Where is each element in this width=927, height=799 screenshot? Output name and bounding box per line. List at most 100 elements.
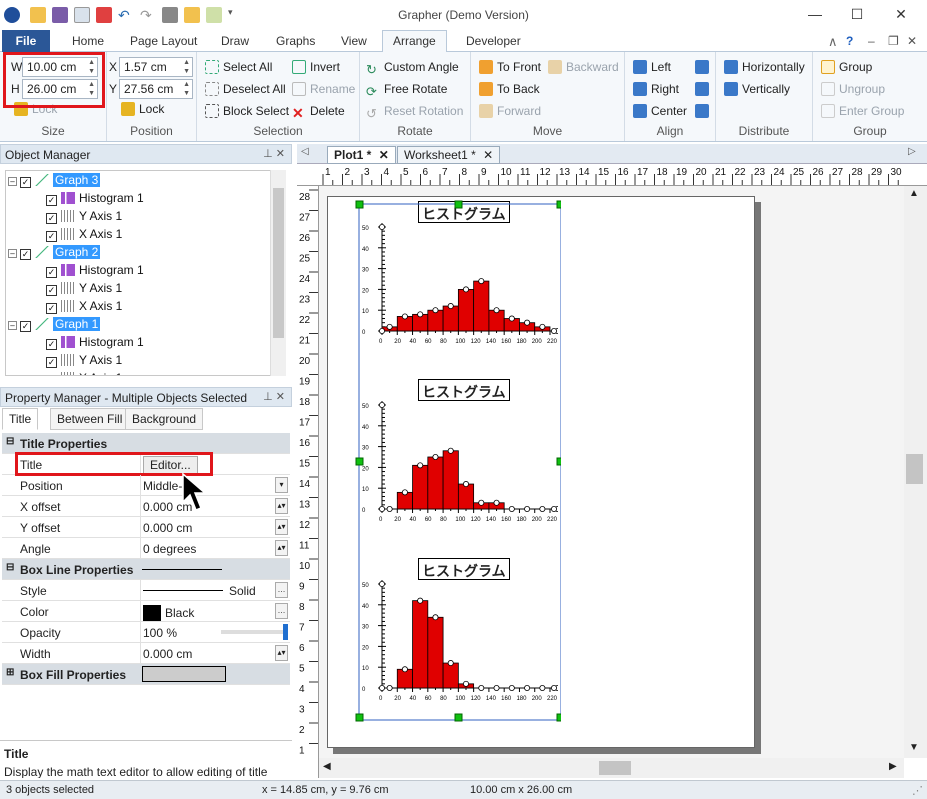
visibility-checkbox[interactable]: ✓	[20, 321, 31, 332]
close-tab-icon[interactable]: ✕	[483, 148, 493, 162]
ribbon-collapse-icon[interactable]: ∧	[828, 34, 838, 50]
reset-rotation-button[interactable]: ↺ Reset Rotation	[366, 104, 463, 121]
spinner-icon[interactable]: ▴▾	[275, 540, 288, 556]
vertical-scrollbar[interactable]: ▲ ▼	[904, 186, 927, 758]
select-all-button[interactable]: Select All	[205, 60, 272, 74]
align-top-button[interactable]	[695, 60, 713, 74]
resize-grip-icon[interactable]: ⋰	[912, 784, 923, 797]
tab-graphs[interactable]: Graphs	[276, 34, 315, 48]
hscroll-thumb[interactable]	[599, 761, 631, 775]
tree-scrollbar[interactable]	[270, 170, 286, 376]
more-icon[interactable]: …	[275, 582, 288, 598]
angle-input[interactable]: 0 degrees ▴▾	[140, 538, 290, 558]
tabs-right-icon[interactable]: ▷	[908, 146, 916, 157]
dropdown-chevron-icon[interactable]: ▾	[275, 477, 288, 493]
deselect-all-button[interactable]: Deselect All	[205, 82, 286, 96]
selection-box[interactable]	[351, 200, 561, 722]
tab-title[interactable]: Title	[2, 408, 39, 430]
visibility-checkbox[interactable]: ✓	[20, 177, 31, 188]
tree-child-item[interactable]: ✓ Histogram 1	[46, 263, 144, 281]
visibility-checkbox[interactable]: ✓	[46, 231, 57, 242]
tab-page-layout[interactable]: Page Layout	[130, 34, 197, 48]
close-tab-icon[interactable]: ✕	[379, 148, 389, 162]
pin-icon[interactable]: ⊥ ✕	[263, 147, 285, 160]
box-line-section[interactable]: ⊟ Box Line Properties	[2, 559, 290, 580]
tree-child-item[interactable]: ✓ Histogram 1	[46, 191, 144, 209]
spinner-icon[interactable]: ▴▾	[275, 498, 288, 514]
tree-child-item[interactable]: ✓ Histogram 1	[46, 335, 144, 353]
x-offset-input[interactable]: 0.000 cm ▴▾	[140, 496, 290, 516]
tab-between-fill[interactable]: Between Fill	[50, 408, 130, 430]
expand-icon[interactable]: ⊞	[6, 667, 14, 678]
slider-thumb[interactable]	[283, 624, 288, 640]
collapse-icon[interactable]: ⊟	[6, 436, 14, 447]
to-back-button[interactable]: To Back	[479, 82, 540, 96]
visibility-checkbox[interactable]: ✓	[46, 357, 57, 368]
width-input[interactable]: 0.000 cm ▴▾	[140, 643, 290, 663]
tab-background[interactable]: Background	[125, 408, 204, 430]
align-left-button[interactable]: Left	[633, 60, 671, 74]
tree-collapse-icon[interactable]: –	[8, 177, 17, 186]
style-select[interactable]: Solid…	[140, 580, 290, 600]
tab-file[interactable]: File	[2, 30, 50, 52]
tab-developer[interactable]: Developer	[466, 34, 521, 48]
invert-button[interactable]: Invert	[292, 60, 340, 74]
minimize-icon[interactable]: —	[806, 6, 824, 24]
vscroll-thumb[interactable]	[906, 454, 923, 484]
align-center-button[interactable]: Center	[633, 104, 687, 118]
more-icon[interactable]: …	[275, 603, 288, 619]
box-fill-section[interactable]: ⊞ Box Fill Properties	[2, 664, 290, 685]
tree-child-item[interactable]: ✓ Y Axis 1	[46, 353, 122, 371]
free-rotate-button[interactable]: ⟳ Free Rotate	[366, 82, 447, 99]
tabs-left-icon[interactable]: ◁	[301, 146, 309, 157]
backward-button[interactable]: Backward	[548, 60, 619, 74]
forward-button[interactable]: Forward	[479, 104, 541, 118]
visibility-checkbox[interactable]: ✓	[46, 303, 57, 314]
rename-button[interactable]: Rename	[292, 82, 355, 96]
color-select[interactable]: Black…	[140, 601, 290, 621]
position-select[interactable]: Middle- ▾	[140, 475, 290, 495]
tree-collapse-icon[interactable]: –	[8, 249, 17, 258]
close-icon[interactable]: ✕	[892, 6, 910, 24]
y-offset-input[interactable]: 0.000 cm ▴▾	[140, 517, 290, 537]
tab-worksheet1[interactable]: Worksheet1 * ✕	[397, 146, 501, 164]
x-spinner[interactable]: 1.57 cm ▲ ▼	[119, 57, 193, 77]
group-button[interactable]: Group	[821, 60, 872, 74]
distribute-vertically-button[interactable]: Vertically	[724, 82, 790, 96]
enter-group-button[interactable]: Enter Group	[821, 104, 904, 118]
y-spinner[interactable]: 27.56 cm ▲ ▼	[119, 79, 193, 99]
scroll-up-icon[interactable]: ▲	[909, 188, 919, 199]
visibility-checkbox[interactable]: ✓	[46, 285, 57, 296]
collapse-icon[interactable]: ⊟	[6, 562, 14, 573]
spinner-icon[interactable]: ▴▾	[275, 645, 288, 661]
maximize-icon[interactable]: ☐	[848, 6, 866, 24]
tree-graph-item[interactable]: – ✓ Graph 3	[8, 173, 101, 191]
tab-view[interactable]: View	[341, 34, 367, 48]
title-properties-section[interactable]: ⊟ Title Properties	[2, 433, 290, 454]
distribute-horizontally-button[interactable]: Horizontally	[724, 60, 805, 74]
align-middle-button[interactable]	[695, 82, 713, 96]
tree-child-item[interactable]: ✓ Y Axis 1	[46, 209, 122, 227]
tab-arrange[interactable]: Arrange	[382, 30, 447, 53]
align-bottom-button[interactable]	[695, 104, 713, 118]
spinner-icon[interactable]: ▴▾	[275, 519, 288, 535]
help-icon[interactable]: ?	[846, 34, 853, 48]
delete-button[interactable]: ✕ Delete	[292, 104, 345, 120]
tree-scroll-thumb[interactable]	[273, 188, 284, 338]
visibility-checkbox[interactable]: ✓	[46, 267, 57, 278]
tree-child-item[interactable]: ✓ X Axis 1	[46, 227, 122, 245]
tree-child-item[interactable]: ✓ Y Axis 1	[46, 281, 122, 299]
visibility-checkbox[interactable]: ✓	[20, 249, 31, 260]
scroll-left-icon[interactable]: ◀	[323, 761, 331, 772]
position-lock-toggle[interactable]: Lock	[121, 102, 164, 116]
doc-minimize-icon[interactable]: –	[868, 34, 875, 48]
doc-restore-icon[interactable]: ❐	[888, 34, 899, 48]
tab-home[interactable]: Home	[72, 34, 104, 48]
visibility-checkbox[interactable]: ✓	[46, 213, 57, 224]
ungroup-button[interactable]: Ungroup	[821, 82, 885, 96]
tab-draw[interactable]: Draw	[221, 34, 249, 48]
scroll-down-icon[interactable]: ▼	[909, 742, 919, 753]
tree-child-item[interactable]: ✓ X Axis 1	[46, 371, 122, 375]
horizontal-scrollbar[interactable]: ◀ ▶	[319, 758, 904, 778]
scroll-right-icon[interactable]: ▶	[889, 761, 897, 772]
